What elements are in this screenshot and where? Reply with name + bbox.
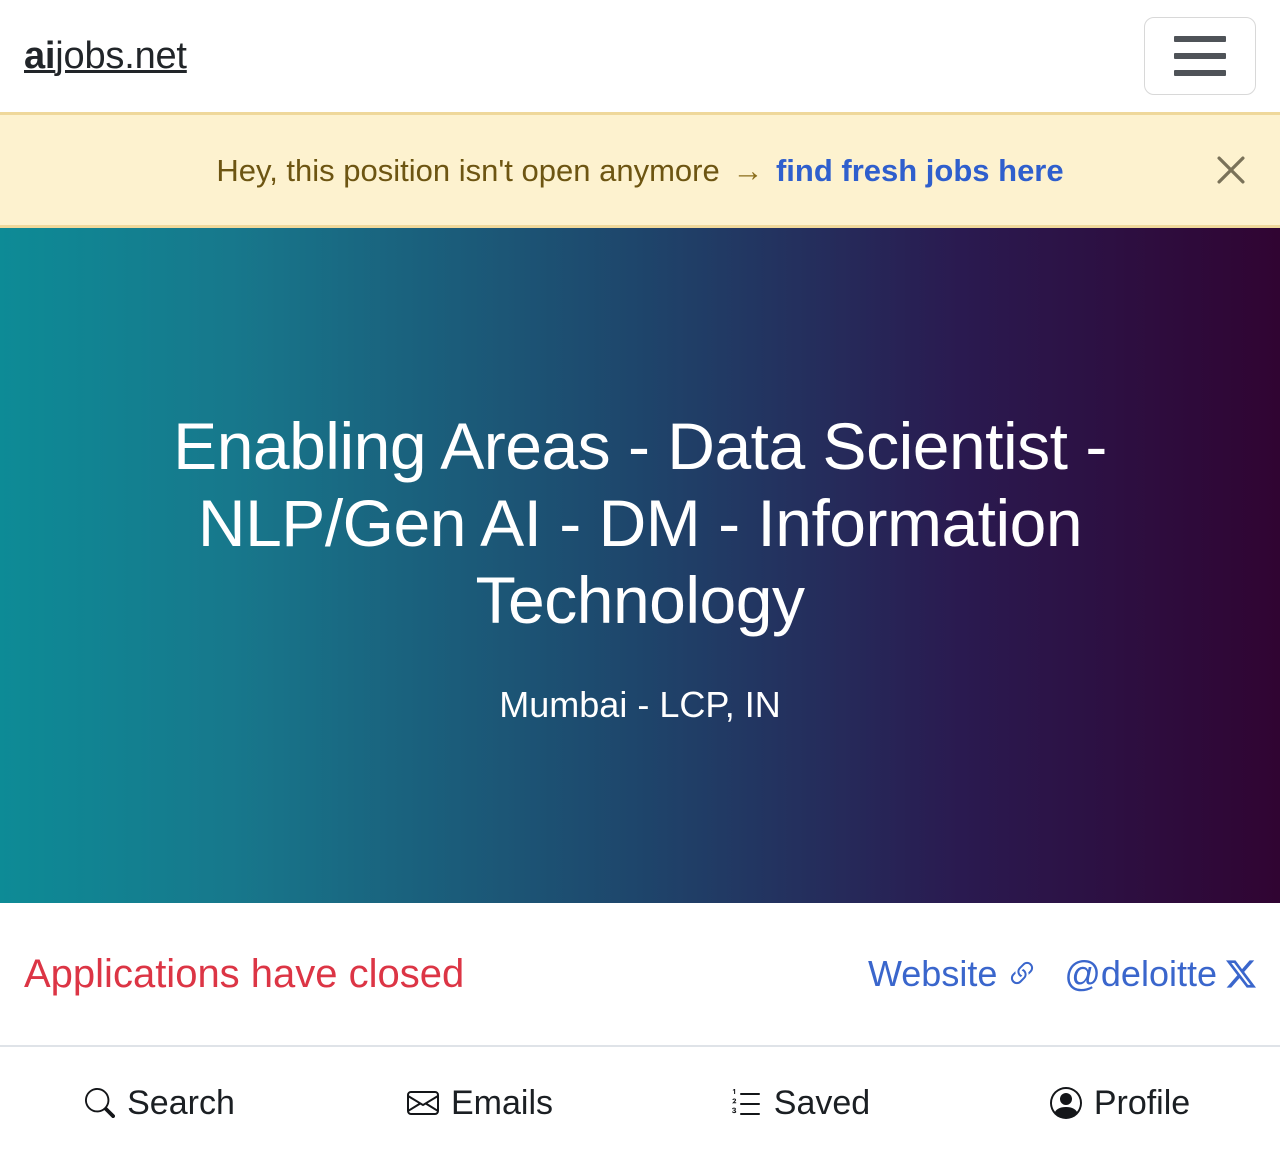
hamburger-bar-2: [1174, 53, 1226, 59]
company-twitter-label: @deloitte: [1064, 953, 1217, 994]
page-title: Enabling Areas - Data Scientist - NLP/Ge…: [173, 408, 1107, 638]
company-twitter-link[interactable]: @deloitte: [1064, 956, 1256, 992]
hamburger-bar-3: [1174, 70, 1226, 76]
job-hero-banner: Enabling Areas - Data Scientist - NLP/Ge…: [0, 228, 1280, 903]
nav-label-search: Search: [127, 1083, 235, 1122]
job-closed-alert: Hey, this position isn't open anymore → …: [0, 112, 1280, 228]
nav-label-emails: Emails: [450, 1083, 554, 1122]
ordered-list-icon: [730, 1087, 762, 1119]
logo-text-ai: ai: [24, 35, 56, 77]
application-status-row: Applications have closed Website @deloit…: [0, 903, 1280, 1045]
job-location: Mumbai - LCP, IN: [499, 684, 781, 726]
x-twitter-icon: [1226, 959, 1256, 989]
hamburger-menu-icon[interactable]: [1144, 17, 1256, 95]
status-badge: Applications have closed: [24, 952, 465, 996]
company-website-label: Website: [867, 953, 998, 994]
site-logo[interactable]: aijobs.net: [24, 37, 187, 75]
nav-item-profile[interactable]: Profile: [960, 1086, 1280, 1120]
bottom-navigation: Search Emails Saved Profile: [0, 1045, 1280, 1158]
site-header: aijobs.net: [0, 0, 1280, 112]
hamburger-bar-1: [1174, 36, 1226, 42]
nav-label-saved: Saved: [773, 1083, 871, 1122]
nav-label-profile: Profile: [1093, 1083, 1191, 1122]
company-website-link[interactable]: Website: [868, 956, 1038, 992]
alert-message-row: Hey, this position isn't open anymore → …: [216, 155, 1063, 186]
close-icon[interactable]: [1208, 147, 1254, 193]
logo-text-rest: jobs.net: [55, 35, 187, 77]
nav-item-saved[interactable]: Saved: [640, 1086, 960, 1120]
alert-message: Hey, this position isn't open anymore: [216, 152, 720, 188]
search-icon: [85, 1087, 116, 1118]
nav-item-search[interactable]: Search: [0, 1086, 320, 1120]
person-circle-icon: [1049, 1086, 1082, 1119]
link-chain-icon: [1006, 958, 1038, 990]
envelope-icon: [406, 1087, 439, 1119]
company-links: Website @deloitte: [868, 956, 1256, 992]
nav-item-emails[interactable]: Emails: [320, 1086, 640, 1120]
arrow-right-icon: →: [732, 152, 764, 188]
find-fresh-jobs-link[interactable]: find fresh jobs here: [776, 153, 1064, 188]
